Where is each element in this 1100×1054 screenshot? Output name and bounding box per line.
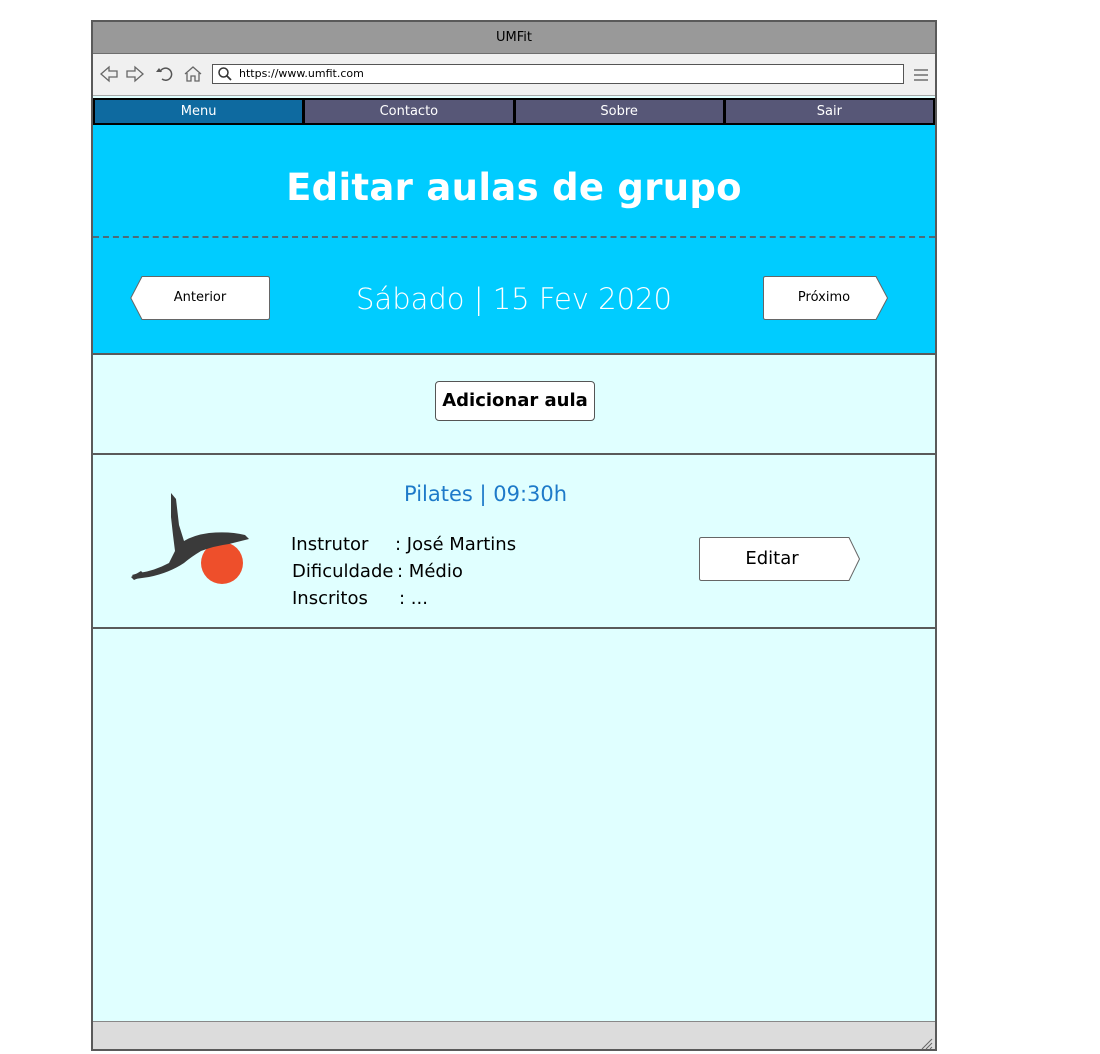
page-header: Editar aulas de grupo (93, 125, 935, 238)
instructor-label: Instrutor (291, 534, 369, 555)
enrolled-label: Inscritos (292, 588, 368, 609)
status-bar (93, 1021, 935, 1050)
enrolled-value: : ... (399, 588, 428, 609)
difficulty-value: : Médio (397, 561, 463, 582)
browser-toolbar: https://www.umfit.com (93, 54, 935, 96)
search-icon (217, 66, 233, 82)
tab-sobre[interactable]: Sobre (515, 100, 723, 123)
class-card: Pilates | 09:30h Instrutor : José Martin… (93, 455, 935, 629)
url-bar[interactable]: https://www.umfit.com (212, 64, 904, 84)
edit-class-button[interactable]: Editar (699, 537, 861, 581)
tab-menu[interactable]: Menu (95, 100, 303, 123)
instructor-value: : José Martins (395, 534, 517, 555)
tab-sair[interactable]: Sair (725, 100, 933, 123)
edit-class-label: Editar (745, 548, 799, 569)
window-title: UMFit (496, 30, 532, 45)
back-icon[interactable] (98, 64, 120, 84)
day-navigator: Anterior Sábado | 15 Fev 2020 Próximo (93, 238, 935, 355)
add-class-section: Adicionar aula (93, 355, 935, 455)
forward-icon[interactable] (124, 64, 146, 84)
window-titlebar: UMFit (93, 22, 935, 54)
hamburger-menu-icon[interactable] (913, 67, 929, 81)
main-nav: Menu Contacto Sobre Sair (93, 98, 935, 125)
url-text: https://www.umfit.com (239, 67, 364, 80)
tab-contacto[interactable]: Contacto (305, 100, 513, 123)
next-day-label: Próximo (797, 290, 851, 305)
pilates-ball-icon (129, 489, 253, 585)
resize-grip-icon[interactable] (921, 1035, 933, 1050)
reload-icon[interactable] (154, 64, 176, 84)
browser-window: UMFit https://www.umfit.com Menu Contact… (91, 20, 937, 1051)
home-icon[interactable] (182, 64, 204, 84)
class-title: Pilates | 09:30h (404, 482, 568, 506)
page-title: Editar aulas de grupo (286, 166, 742, 209)
next-day-button[interactable]: Próximo (763, 276, 889, 320)
difficulty-label: Dificuldade (292, 561, 394, 582)
add-class-button[interactable]: Adicionar aula (435, 381, 595, 421)
